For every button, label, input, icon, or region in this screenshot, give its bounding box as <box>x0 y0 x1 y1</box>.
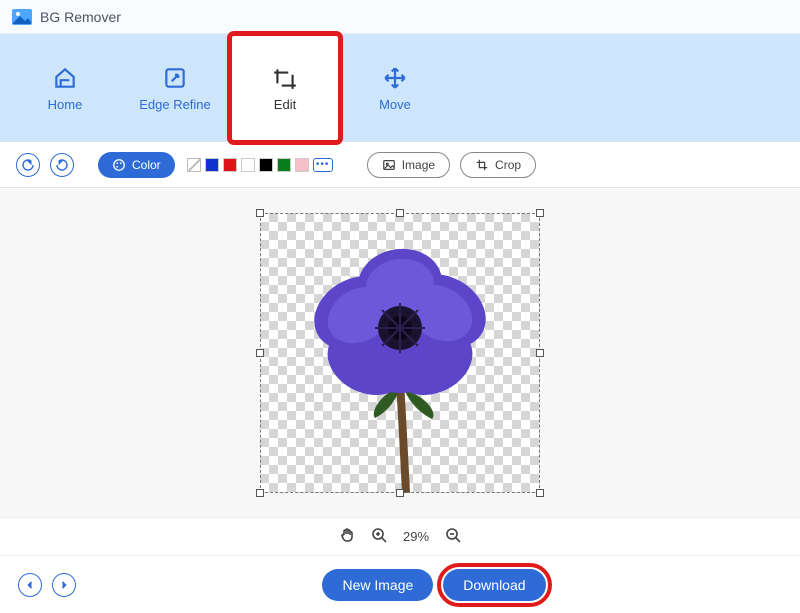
resize-handle-br[interactable] <box>536 489 544 497</box>
resize-handle-b[interactable] <box>396 489 404 497</box>
image-tool[interactable]: Image <box>367 152 450 178</box>
swatch-pink[interactable] <box>295 158 309 172</box>
prev-button[interactable] <box>18 573 42 597</box>
artboard[interactable] <box>260 213 540 493</box>
crop-tool-label: Crop <box>495 158 521 172</box>
nav-edit[interactable]: Edit <box>230 34 340 142</box>
new-image-label: New Image <box>342 577 413 593</box>
resize-handle-tl[interactable] <box>256 209 264 217</box>
swatch-none[interactable] <box>187 158 201 172</box>
pan-hand-icon[interactable] <box>339 527 355 546</box>
next-button[interactable] <box>52 573 76 597</box>
redo-button[interactable] <box>50 153 74 177</box>
download-label: Download <box>463 577 525 593</box>
zoom-level: 29% <box>403 529 429 544</box>
color-tool[interactable]: Color <box>98 152 175 178</box>
nav-edge-refine[interactable]: Edge Refine <box>120 34 230 142</box>
nav-home-label: Home <box>48 97 83 112</box>
resize-handle-t[interactable] <box>396 209 404 217</box>
app-logo-icon <box>12 8 32 26</box>
nav-edit-label: Edit <box>274 97 296 112</box>
footer-bar: New Image Download <box>0 556 800 613</box>
resize-handle-l[interactable] <box>256 349 264 357</box>
nav-move-label: Move <box>379 97 411 112</box>
main-nav: Home Edge Refine Edit Move <box>0 34 800 142</box>
undo-button[interactable] <box>16 153 40 177</box>
new-image-button[interactable]: New Image <box>322 569 433 601</box>
subject-image[interactable] <box>260 213 540 493</box>
crop-tool[interactable]: Crop <box>460 152 536 178</box>
edit-toolbar: Color ••• Image Crop <box>0 142 800 188</box>
nav-move[interactable]: Move <box>340 34 450 142</box>
image-tool-label: Image <box>402 158 435 172</box>
color-swatches: ••• <box>187 158 333 172</box>
resize-handle-r[interactable] <box>536 349 544 357</box>
swatch-more[interactable]: ••• <box>313 158 333 172</box>
swatch-black[interactable] <box>259 158 273 172</box>
swatch-blue[interactable] <box>205 158 219 172</box>
canvas-area[interactable] <box>0 188 800 518</box>
swatch-green[interactable] <box>277 158 291 172</box>
zoom-in-icon[interactable] <box>371 527 387 546</box>
zoom-out-icon[interactable] <box>445 527 461 546</box>
resize-handle-tr[interactable] <box>536 209 544 217</box>
resize-handle-bl[interactable] <box>256 489 264 497</box>
swatch-red[interactable] <box>223 158 237 172</box>
color-tool-label: Color <box>132 158 161 172</box>
download-button[interactable]: Download <box>443 569 545 601</box>
swatch-white[interactable] <box>241 158 255 172</box>
nav-home[interactable]: Home <box>10 34 120 142</box>
nav-edge-label: Edge Refine <box>139 97 211 112</box>
title-bar: BG Remover <box>0 0 800 34</box>
zoom-bar: 29% <box>0 518 800 556</box>
app-title: BG Remover <box>40 9 121 25</box>
